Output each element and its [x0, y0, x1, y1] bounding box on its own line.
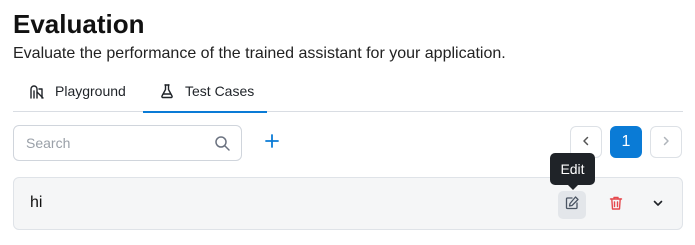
trash-icon [608, 195, 624, 216]
tab-playground-label: Playground [55, 83, 126, 99]
tab-test-cases-label: Test Cases [185, 83, 255, 99]
search-box [13, 125, 242, 161]
tab-test-cases[interactable]: Test Cases [143, 70, 267, 113]
expand-button[interactable] [644, 191, 672, 219]
evaluation-page: Evaluation Evaluate the performance of t… [0, 0, 695, 245]
edit-tooltip: Edit [550, 153, 595, 190]
pencil-icon [564, 195, 580, 216]
tab-bar: Playground Test Cases [13, 70, 683, 113]
chevron-down-icon [652, 196, 664, 214]
page-subtitle: Evaluate the performance of the trained … [13, 45, 506, 62]
playground-icon [29, 83, 45, 99]
flask-icon [159, 83, 175, 99]
search-input[interactable] [26, 134, 216, 152]
next-page-button[interactable] [650, 126, 682, 158]
delete-button[interactable] [602, 191, 630, 219]
plus-icon [264, 133, 280, 154]
add-test-case-button[interactable] [258, 129, 286, 157]
edit-button[interactable] [558, 191, 586, 219]
chevron-left-icon [581, 133, 591, 151]
page-number-button[interactable]: 1 [610, 126, 642, 158]
tab-playground[interactable]: Playground [29, 70, 126, 112]
chevron-right-icon [661, 133, 671, 151]
test-case-title: hi [30, 194, 43, 211]
search-icon[interactable] [214, 135, 231, 157]
page-title: Evaluation [13, 9, 145, 39]
